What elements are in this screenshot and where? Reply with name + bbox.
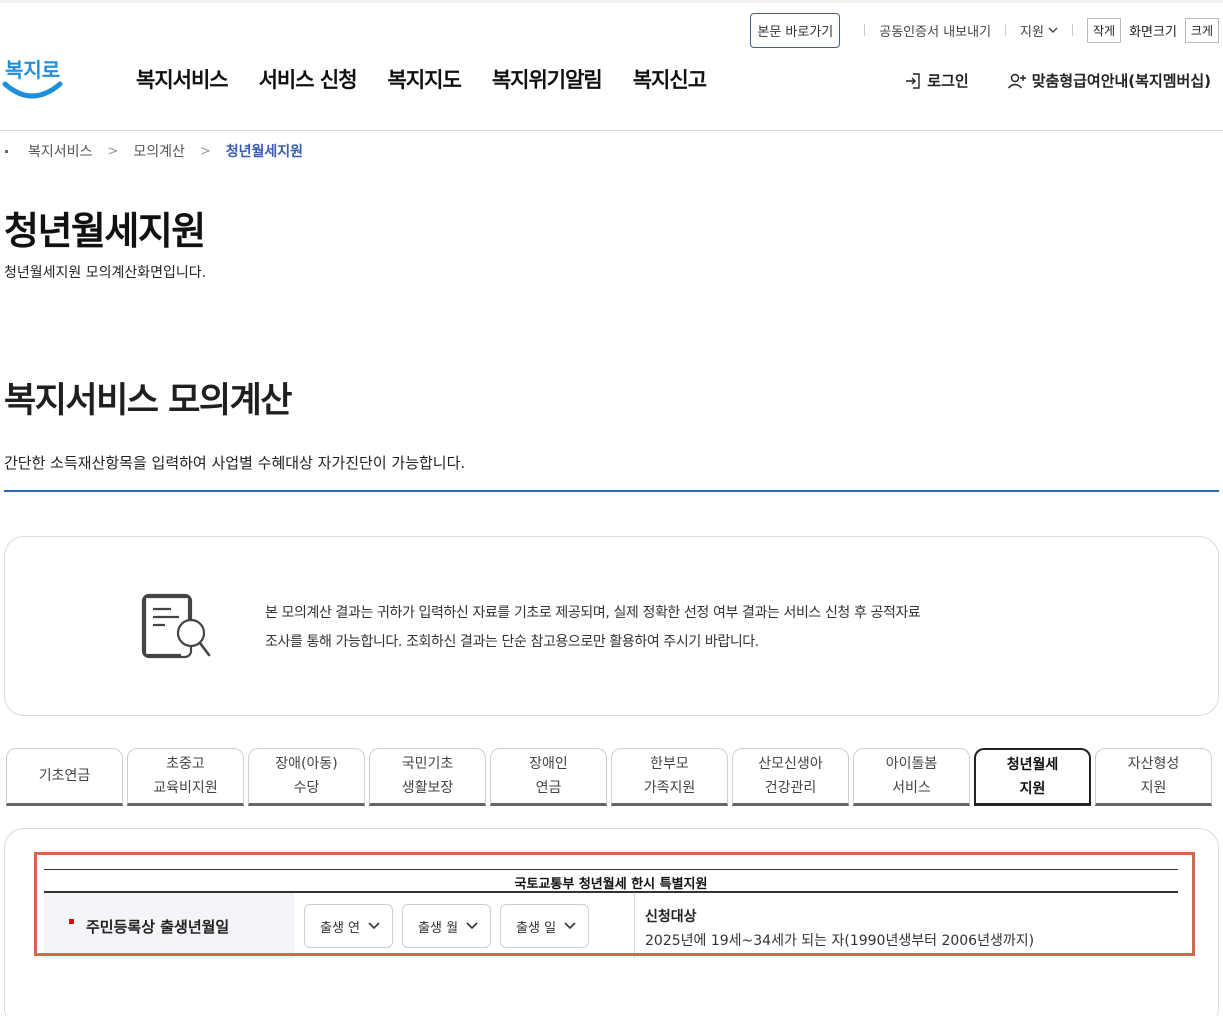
nav-item-report[interactable]: 복지신고 [633, 64, 707, 94]
tab-label: 지원 [1019, 780, 1046, 797]
tab-label: 한부모 [650, 756, 689, 772]
tab-label: 건강관리 [764, 780, 817, 796]
tab-label: 초중고 [166, 756, 205, 772]
chevron-down-icon [1048, 27, 1058, 33]
language-label: 지원 [1020, 24, 1044, 40]
tab-label: 가족지원 [643, 780, 696, 796]
section-title: 복지서비스 모의계산 [4, 381, 293, 421]
cert-export-link[interactable]: 공동인증서 내보내기 [879, 21, 991, 40]
nav-item-crisis-alert[interactable]: 복지위기알림 [492, 64, 603, 94]
document-search-icon [141, 593, 211, 659]
site-logo[interactable]: 복지로 [2, 50, 64, 102]
utility-bar: 본문 바로가기 공동인증서 내보내기 지원 작게 화면크기 크게 [750, 12, 1219, 48]
chevron-right-icon: > [107, 143, 119, 159]
divider [1071, 24, 1073, 36]
user-plus-icon [1007, 73, 1026, 88]
welfare-membership-label: 맞춤형급여안내(복지멤버십) [1031, 72, 1211, 90]
main-nav: 복지서비스 서비스 신청 복지지도 복지위기알림 복지신고 [136, 64, 707, 94]
logo-text: 복지로 [5, 58, 60, 82]
tab-label: 생활보장 [401, 780, 454, 796]
language-select[interactable]: 지원 [1020, 21, 1058, 40]
login-label: 로그인 [927, 72, 969, 90]
logo-mark: 복지로 [2, 58, 63, 99]
welfare-membership-link[interactable]: 맞춤형급여안내(복지멤버십) [1007, 70, 1211, 91]
tab-disability-pension[interactable]: 장애인연금 [490, 748, 607, 806]
notice-line: 조사를 통해 가능합니다. 조회하신 결과는 단순 참고용으로만 활용하여 주시… [265, 634, 759, 650]
nav-item-welfare-map[interactable]: 복지지도 [388, 64, 462, 94]
tab-label: 교육비지원 [153, 780, 218, 796]
tab-label: 연금 [535, 780, 562, 796]
tab-label: 아이돌봄 [885, 756, 938, 772]
tab-youth-rent[interactable]: 청년월세지원 [974, 748, 1091, 806]
tab-childcare[interactable]: 아이돌봄서비스 [853, 748, 970, 806]
notice-box: 본 모의계산 결과는 귀하가 입력하신 자료를 기초로 제공되며, 실제 정확한… [4, 536, 1219, 716]
tab-asset-building[interactable]: 자산형성지원 [1095, 748, 1212, 806]
tab-single-parent[interactable]: 한부모가족지원 [611, 748, 728, 806]
section-description: 간단한 소득재산항목을 입력하여 사업별 수혜대상 자가진단이 가능합니다. [4, 454, 466, 472]
tab-label: 국민기초 [401, 756, 454, 772]
login-link[interactable]: 로그인 [904, 70, 969, 91]
skip-to-content-link[interactable]: 본문 바로가기 [750, 12, 841, 48]
highlight-box [34, 852, 1195, 956]
section-divider [4, 490, 1219, 492]
tab-label: 기초연금 [38, 768, 91, 784]
breadcrumb: 복지서비스 > 모의계산 > 청년월세지원 [5, 141, 303, 161]
login-icon [906, 72, 920, 89]
font-large-button[interactable]: 크게 [1184, 17, 1219, 43]
member-menu: 로그인 맞춤형급여안내(복지멤버십) [904, 70, 1211, 91]
divider [1005, 24, 1007, 36]
tab-label: 자산형성 [1127, 756, 1180, 772]
tab-label: 지원 [1140, 780, 1167, 796]
chevron-right-icon: > [199, 143, 211, 159]
top-strip [0, 0, 1223, 3]
breadcrumb-item[interactable]: 복지서비스 [28, 141, 92, 161]
tab-label: 서비스 [892, 780, 931, 796]
page-description: 청년월세지원 모의계산화면입니다. [4, 265, 207, 281]
tab-maternal-care[interactable]: 산모신생아건강관리 [732, 748, 849, 806]
font-size-label: 화면크기 [1129, 24, 1177, 40]
tab-label: 수당 [293, 780, 320, 796]
nav-item-welfare-service[interactable]: 복지서비스 [136, 64, 229, 94]
notice-text: 본 모의계산 결과는 귀하가 입력하신 자료를 기초로 제공되며, 실제 정확한… [265, 599, 1005, 657]
font-small-button[interactable]: 작게 [1086, 17, 1122, 43]
breadcrumb-home-dot [5, 149, 8, 153]
tab-basic-pension[interactable]: 기초연금 [6, 748, 123, 806]
tab-label: 산모신생아 [758, 756, 823, 772]
tab-label: 청년월세 [1006, 756, 1059, 773]
notice-line: 본 모의계산 결과는 귀하가 입력하신 자료를 기초로 제공되며, 실제 정확한… [265, 605, 921, 621]
tab-label: 장애인 [529, 756, 568, 772]
breadcrumb-item[interactable]: 모의계산 [133, 141, 185, 161]
divider [864, 24, 866, 36]
tab-education-support[interactable]: 초중고교육비지원 [127, 748, 244, 806]
calculator-tabs: 기초연금 초중고교육비지원 장애(아동) 수당 국민기초생활보장 장애인연금 한부… [6, 748, 1212, 806]
nav-item-service-apply[interactable]: 서비스 신청 [259, 64, 358, 94]
page-title: 청년월세지원 [4, 209, 206, 253]
header-divider [0, 130, 1223, 131]
tab-label: 장애(아동) [275, 756, 338, 772]
breadcrumb-current: 청년월세지원 [225, 144, 304, 160]
tab-basic-livelihood[interactable]: 국민기초생활보장 [369, 748, 486, 806]
tab-disability-allowance[interactable]: 장애(아동) 수당 [248, 748, 365, 806]
